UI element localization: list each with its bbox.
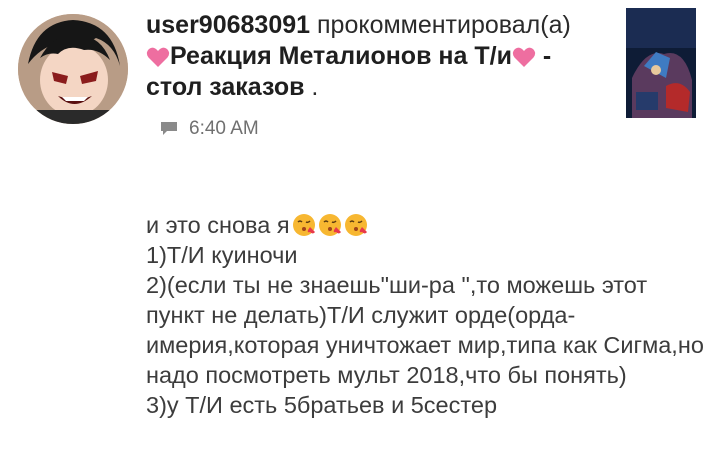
- comment-meta: 6:40 AM: [161, 118, 259, 140]
- username-link[interactable]: user90683091: [146, 11, 310, 39]
- post-title-link[interactable]: Реакция Металионов на Т/и: [170, 42, 512, 70]
- comment-header: user90683091 прокомментировал(а) Реакция…: [146, 10, 598, 103]
- comment-body: и это снова я 1)Т/И куиночи 2)(если ты н…: [146, 153, 706, 420]
- comment-time: 6:40 AM: [189, 118, 259, 139]
- comment-action-text: прокомментировал(а): [317, 11, 571, 39]
- kissing-heart-emoji-icon: [292, 183, 316, 236]
- comment-text: 1)Т/И куиночи 2)(если ты не знаешь"ши-ра…: [146, 242, 704, 418]
- kissing-heart-emoji-icon: [344, 183, 368, 236]
- comment-first-line: и это снова я: [146, 212, 290, 238]
- pink-heart-icon: [146, 45, 170, 67]
- chat-bubble-icon: [161, 119, 177, 135]
- pink-heart-icon: [512, 45, 536, 67]
- user-avatar[interactable]: [18, 14, 128, 124]
- header-period: .: [311, 73, 319, 101]
- post-thumbnail[interactable]: [626, 8, 696, 118]
- kissing-heart-emoji-icon: [318, 183, 342, 236]
